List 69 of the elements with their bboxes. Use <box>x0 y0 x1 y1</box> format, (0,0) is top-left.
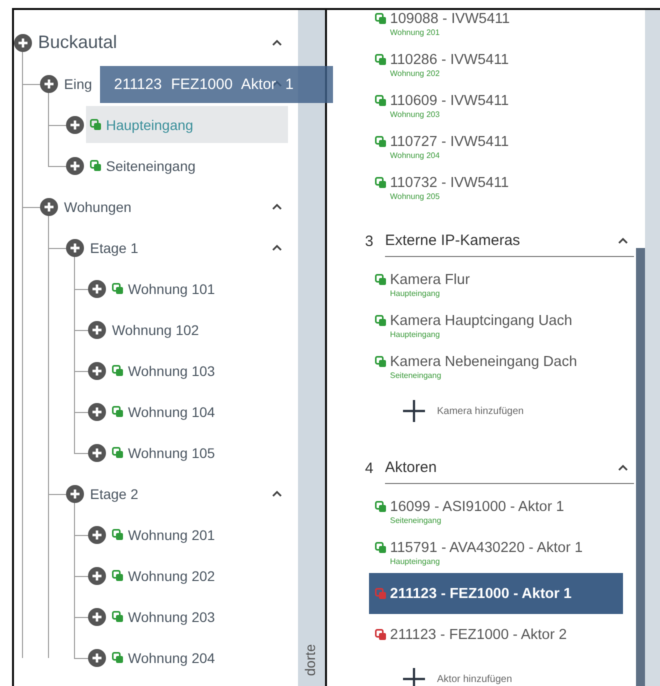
tree-item[interactable]: Wohnung 105 <box>108 434 288 471</box>
plus-circle-icon[interactable] <box>66 116 84 134</box>
device-item[interactable]: Kamera Hauptcingang Uach Haupteingang <box>375 305 623 346</box>
tree-item[interactable]: Wohnung 201 <box>108 516 288 553</box>
plus-circle-icon[interactable] <box>66 238 84 256</box>
tree-item[interactable]: Wohnung 101 <box>108 270 288 307</box>
tree-item[interactable]: Seiteneingang <box>86 147 288 184</box>
device-item[interactable]: 110286 - IVW5411 Wohnung 202 <box>375 44 623 85</box>
tree-item[interactable]: Wohnung 103 <box>108 352 288 389</box>
side-tab-label[interactable]: dorte <box>302 644 318 676</box>
plus-circle-icon[interactable] <box>66 484 84 502</box>
location-label: Haupteingang <box>389 288 441 298</box>
tree-item[interactable]: Etage 2 <box>86 475 288 512</box>
plus-circle-icon[interactable] <box>14 34 32 52</box>
plus-circle-icon[interactable] <box>66 156 84 174</box>
plus-circle-icon[interactable] <box>88 526 106 544</box>
tree-item[interactable]: Wohnung 203 <box>108 598 288 635</box>
plus-circle-icon[interactable] <box>40 198 58 216</box>
location-label: Wohnung 201 <box>389 28 441 36</box>
chevron-up-icon[interactable] <box>272 244 282 251</box>
tree-item[interactable]: Etage 1 <box>86 229 288 266</box>
section-number: 4 <box>365 460 374 476</box>
section-number: 3 <box>365 232 374 250</box>
device-item[interactable]: 211123 - FEZ1000 - Aktor 2 <box>375 614 623 655</box>
device-item[interactable]: 110609 - IVW5411 Wohnung 203 <box>375 85 623 126</box>
location-label: Wohnung 203 <box>389 110 441 118</box>
chevron-up-icon[interactable] <box>272 490 282 497</box>
plus-circle-icon[interactable] <box>88 402 106 420</box>
scrollbar-thumb[interactable] <box>636 248 645 686</box>
device-item[interactable]: 110727 - IVW5411 Wohnung 204 <box>375 126 623 167</box>
plus-icon[interactable] <box>403 400 425 422</box>
tree-item[interactable]: Wohungen <box>60 188 288 225</box>
device-item[interactable]: 16099 - ASI91000 - Aktor 1 Seiteneingang <box>375 491 623 532</box>
plus-circle-icon[interactable] <box>88 566 106 584</box>
plus-circle-icon[interactable] <box>88 608 106 626</box>
add-link[interactable]: Kamera hinzufügen <box>437 406 524 416</box>
location-label: Wohnung 204 <box>389 150 441 160</box>
device-item[interactable]: 211123 - FEZ1000 - Aktor 1 <box>369 573 623 614</box>
chevron-up-icon[interactable] <box>618 237 628 244</box>
device-item[interactable]: Kamera Flur Haupteingang <box>375 264 623 305</box>
tree-item[interactable]: Wohnung 104 <box>108 393 288 430</box>
plus-circle-icon[interactable] <box>40 74 58 92</box>
add-link[interactable]: Aktor hinzufügen <box>437 674 512 684</box>
device-item[interactable]: 115791 - AVA430220 - Aktor 1 Haupteingang <box>375 532 623 573</box>
location-label: Seiteneingang <box>389 370 442 380</box>
location-label: Wohnung 205 <box>389 192 441 200</box>
location-label: Haupteingang <box>389 330 441 338</box>
device-item[interactable]: Kamera Nebeneingang Dach Seiteneingang <box>375 346 623 387</box>
tree-item[interactable]: Wohnung 204 <box>108 639 288 676</box>
section-title[interactable]: Externe IP-Kameras <box>385 232 618 249</box>
drag-tooltip: 211123 FEZ1000 Aktor 1 <box>100 66 333 103</box>
chevron-up-icon[interactable] <box>618 464 628 471</box>
tree-item[interactable]: Buckautal <box>34 24 288 61</box>
plus-circle-icon[interactable] <box>88 362 106 380</box>
section-title[interactable]: Aktoren <box>385 459 618 476</box>
location-label: Seiteneingang <box>389 516 442 524</box>
plus-icon[interactable] <box>403 668 425 686</box>
tree-item[interactable]: Wohnung 102 <box>108 311 288 348</box>
device-item[interactable]: 109088 - IVW5411 Wohnung 201 <box>375 10 623 44</box>
chevron-up-icon[interactable] <box>272 203 282 210</box>
location-label: Wohnung 202 <box>389 68 441 78</box>
plus-circle-icon[interactable] <box>88 444 106 462</box>
plus-circle-icon[interactable] <box>88 280 106 298</box>
chevron-up-icon[interactable] <box>272 39 282 46</box>
device-item[interactable]: 110732 - IVW5411 Wohnung 205 <box>375 167 623 208</box>
plus-circle-icon[interactable] <box>88 648 106 666</box>
plus-circle-icon[interactable] <box>88 320 106 338</box>
tree-item[interactable]: Wohnung 202 <box>108 557 288 594</box>
location-label: Haupteingang <box>389 556 441 566</box>
